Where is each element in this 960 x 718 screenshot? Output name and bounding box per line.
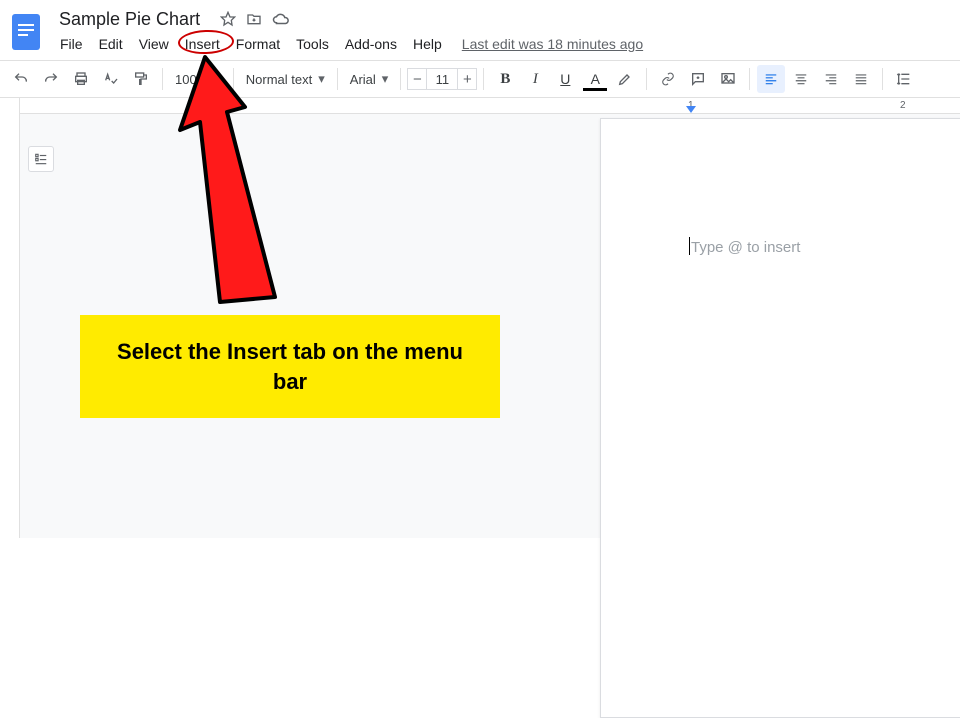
text-color-button[interactable]: A bbox=[581, 65, 609, 93]
underline-button[interactable]: U bbox=[551, 65, 579, 93]
docs-logo[interactable] bbox=[8, 8, 44, 56]
align-justify-button[interactable] bbox=[847, 65, 875, 93]
italic-button[interactable]: I bbox=[521, 65, 549, 93]
menu-file[interactable]: File bbox=[52, 34, 91, 54]
bold-button[interactable]: B bbox=[491, 65, 519, 93]
app-header: Sample Pie Chart File Edit View Insert F… bbox=[0, 0, 960, 56]
zoom-select[interactable]: 100%▾ bbox=[169, 65, 227, 93]
redo-button[interactable] bbox=[37, 65, 65, 93]
move-icon[interactable] bbox=[246, 11, 262, 27]
doc-title[interactable]: Sample Pie Chart bbox=[52, 7, 207, 32]
font-size-decrease[interactable]: − bbox=[407, 68, 427, 90]
menu-help[interactable]: Help bbox=[405, 34, 450, 54]
toolbar: 100%▾ Normal text▾ Arial▾ − 11 + B I U A bbox=[0, 60, 960, 98]
menu-view[interactable]: View bbox=[131, 34, 177, 54]
align-right-button[interactable] bbox=[817, 65, 845, 93]
vertical-ruler[interactable] bbox=[0, 98, 20, 538]
chevron-down-icon: ▾ bbox=[214, 71, 221, 87]
style-select[interactable]: Normal text▾ bbox=[240, 65, 331, 93]
menu-insert[interactable]: Insert bbox=[177, 34, 228, 54]
annotation-callout: Select the Insert tab on the menu bar bbox=[80, 315, 500, 418]
document-page[interactable]: Type @ to insert bbox=[600, 118, 960, 718]
page-placeholder: Type @ to insert bbox=[691, 239, 800, 256]
spellcheck-button[interactable] bbox=[97, 65, 125, 93]
chevron-down-icon: ▾ bbox=[382, 71, 389, 87]
image-button[interactable] bbox=[714, 65, 742, 93]
text-cursor bbox=[689, 237, 690, 255]
menu-bar: File Edit View Insert Format Tools Add-o… bbox=[52, 32, 643, 56]
menu-addons[interactable]: Add-ons bbox=[337, 34, 405, 54]
horizontal-ruler[interactable]: 1 2 bbox=[0, 98, 960, 114]
font-select[interactable]: Arial▾ bbox=[344, 65, 395, 93]
chevron-down-icon: ▾ bbox=[318, 71, 325, 87]
font-size-control: − 11 + bbox=[407, 68, 477, 90]
menu-edit[interactable]: Edit bbox=[91, 34, 131, 54]
menu-tools[interactable]: Tools bbox=[288, 34, 337, 54]
cloud-status-icon[interactable] bbox=[272, 12, 290, 26]
line-spacing-button[interactable] bbox=[890, 65, 918, 93]
star-icon[interactable] bbox=[220, 11, 236, 27]
font-size-value[interactable]: 11 bbox=[427, 68, 457, 90]
last-edit-link[interactable]: Last edit was 18 minutes ago bbox=[462, 36, 643, 52]
align-center-button[interactable] bbox=[787, 65, 815, 93]
comment-button[interactable] bbox=[684, 65, 712, 93]
highlight-button[interactable] bbox=[611, 65, 639, 93]
paint-format-button[interactable] bbox=[127, 65, 155, 93]
print-button[interactable] bbox=[67, 65, 95, 93]
align-left-button[interactable] bbox=[757, 65, 785, 93]
link-button[interactable] bbox=[654, 65, 682, 93]
menu-format[interactable]: Format bbox=[228, 34, 288, 54]
outline-toggle[interactable] bbox=[28, 146, 54, 172]
font-size-increase[interactable]: + bbox=[457, 68, 477, 90]
undo-button[interactable] bbox=[7, 65, 35, 93]
